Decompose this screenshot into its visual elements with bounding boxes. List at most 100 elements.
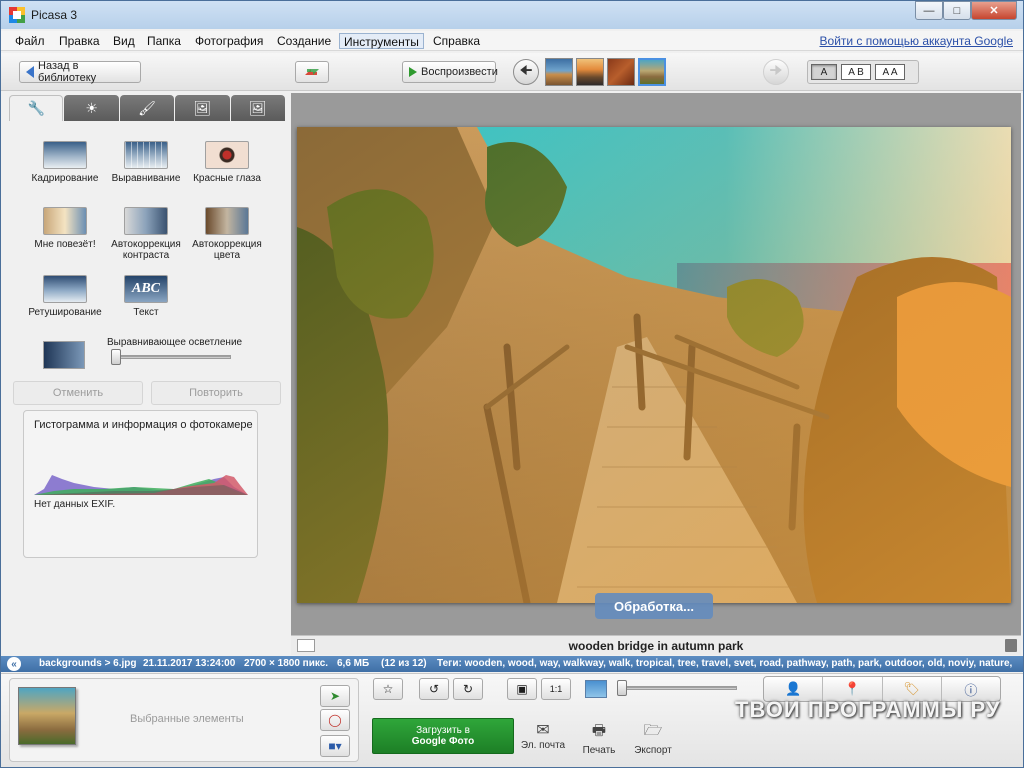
menu-tools[interactable]: Инструменты xyxy=(339,33,424,49)
straighten-tool[interactable]: Выравнивание xyxy=(106,141,186,184)
envelope-icon: ✉ xyxy=(536,722,550,739)
caption-mode-compare[interactable]: A B xyxy=(841,64,871,80)
filmstrip-thumbnail[interactable] xyxy=(607,58,635,86)
im-feeling-lucky-tool[interactable]: Мне повезёт! xyxy=(25,207,105,250)
fit-icon: ▣ xyxy=(516,682,528,696)
lucky-icon xyxy=(43,207,87,235)
rotate-right-button[interactable]: ↻ xyxy=(453,678,483,700)
sun-icon: ☀ xyxy=(85,99,98,116)
text-abc-icon: ABC xyxy=(124,275,168,303)
map-pin-icon: 📍 xyxy=(844,681,861,696)
straighten-icon xyxy=(124,141,168,169)
close-button[interactable]: ✕ xyxy=(971,1,1017,20)
auto-contrast-tool[interactable]: Автокоррекция контраста xyxy=(106,207,186,261)
menu-create[interactable]: Создание xyxy=(273,33,335,49)
print-button[interactable]: 🖶 Печать xyxy=(569,720,629,756)
clear-selection-button[interactable]: ◯ xyxy=(320,709,350,731)
redeye-tool[interactable]: Красные глаза xyxy=(187,141,267,184)
filmstrip-thumbnail[interactable] xyxy=(576,58,604,86)
export-icon: 🗁 xyxy=(643,722,663,739)
brush-icon: 🖌 xyxy=(138,99,156,116)
green-pin-icon: ➤ xyxy=(329,689,341,703)
actual-size-button[interactable]: 1:1 xyxy=(541,678,571,700)
text-tool[interactable]: ABC Текст xyxy=(106,275,186,318)
undo-button[interactable]: Отменить xyxy=(13,381,143,405)
auto-color-tool[interactable]: Автокоррекция цвета xyxy=(187,207,267,261)
fill-light-slider-track[interactable] xyxy=(111,355,231,359)
upload-google-photos-button[interactable]: Загрузить в Google Фото xyxy=(372,718,514,754)
fill-light-slider-thumb[interactable] xyxy=(111,349,121,365)
filmstrip-thumbnail-selected[interactable] xyxy=(638,58,666,86)
collapse-icon[interactable]: « xyxy=(7,657,21,671)
menu-photo[interactable]: Фотография xyxy=(191,33,267,49)
paint-image-blue-icon: 🖼 xyxy=(248,99,267,116)
email-button[interactable]: ✉ Эл. почта xyxy=(513,720,573,751)
picasa-logo-icon xyxy=(9,7,25,23)
previous-photo-button[interactable]: 🠈 xyxy=(513,59,539,85)
menu-file[interactable]: Файл xyxy=(11,33,49,49)
arrow-right-icon: 🠊 xyxy=(769,62,783,78)
one-to-one-icon: 1:1 xyxy=(549,684,563,694)
export-button[interactable]: 🗁 Экспорт xyxy=(623,720,683,756)
menu-folder[interactable]: Папка xyxy=(143,33,185,49)
wrench-icon: 🔧 xyxy=(27,100,45,116)
caption-mode-side[interactable]: A A xyxy=(875,64,905,80)
zoom-slider-thumb[interactable] xyxy=(617,680,627,696)
menu-edit[interactable]: Правка xyxy=(55,33,104,49)
lucky-label: Мне повезёт! xyxy=(34,239,96,250)
google-signin-link[interactable]: Войти с помощью аккаунта Google xyxy=(820,34,1013,48)
info-icon: ⓘ xyxy=(964,682,978,698)
circle-icon: ◯ xyxy=(328,713,342,727)
crop-tool[interactable]: Кадрирование xyxy=(25,141,105,184)
maximize-button[interactable]: □ xyxy=(943,1,971,20)
back-to-library-label: Назад в библиотеку xyxy=(38,60,97,84)
selected-photo-thumbnail[interactable] xyxy=(18,687,76,745)
menu-help[interactable]: Справка xyxy=(429,33,484,49)
selection-tray-label: Выбранные элементы xyxy=(130,713,244,725)
share-arrows-icon xyxy=(305,69,319,75)
add-to-album-button[interactable]: ■▾ xyxy=(320,735,350,757)
tag-icon: 🏷 xyxy=(903,681,920,696)
tab-effects[interactable]: 🖌 xyxy=(119,95,175,121)
retouch-label: Ретуширование xyxy=(28,307,102,318)
fit-to-screen-button[interactable]: ▣ xyxy=(507,678,537,700)
tab-tuning[interactable]: ☀ xyxy=(64,95,119,121)
minimize-button[interactable]: — xyxy=(915,1,943,20)
play-slideshow-button[interactable]: Воспроизвести xyxy=(402,61,498,83)
tab-basic-fixes[interactable]: 🔧 xyxy=(9,95,64,121)
photo-image[interactable] xyxy=(297,127,1011,603)
retouch-tool[interactable]: Ретуширование xyxy=(25,275,105,318)
star-icon: ☆ xyxy=(382,682,394,696)
caption-mode-single[interactable]: A xyxy=(811,64,837,80)
upload-label-line2: Google Фото xyxy=(411,736,475,747)
next-photo-button[interactable]: 🠊 xyxy=(763,59,789,85)
back-to-library-button[interactable]: Назад в библиотеку xyxy=(19,60,141,84)
rotate-left-button[interactable]: ↺ xyxy=(419,678,449,700)
trash-icon[interactable] xyxy=(1005,639,1017,652)
status-tags: Теги: wooden, wood, way, walkway, walk, … xyxy=(437,658,1013,669)
app-window: Picasa 3 — □ ✕ Файл Правка Вид Папка Фот… xyxy=(0,0,1024,768)
exif-info: Нет данных EXIF. xyxy=(34,499,116,510)
processing-indicator: Обработка... xyxy=(595,593,713,619)
redo-button[interactable]: Повторить xyxy=(151,381,281,405)
person-icon: 👤 xyxy=(785,681,802,696)
status-position: (12 из 12) xyxy=(381,658,427,669)
arrow-left-icon: 🠈 xyxy=(519,62,533,78)
straighten-label: Выравнивание xyxy=(111,173,181,184)
photo-caption[interactable]: wooden bridge in autumn park xyxy=(291,639,1021,653)
rotate-left-icon: ↺ xyxy=(428,682,440,696)
filmstrip-thumbnail[interactable] xyxy=(545,58,573,86)
photo-view-area: Обработка... xyxy=(291,93,1021,635)
tab-more-effects[interactable]: 🖼 xyxy=(175,95,230,121)
star-button[interactable]: ☆ xyxy=(373,678,403,700)
printer-icon: 🖶 xyxy=(591,722,607,739)
zoom-picture-icon xyxy=(585,680,607,698)
zoom-slider-track[interactable] xyxy=(617,686,737,690)
share-photo-button[interactable] xyxy=(295,61,329,83)
menu-view[interactable]: Вид xyxy=(109,33,139,49)
hold-pin-button[interactable]: ➤ xyxy=(320,685,350,707)
play-label: Воспроизвести xyxy=(421,66,498,78)
tab-extra-effects[interactable]: 🖼 xyxy=(230,95,285,121)
crop-icon xyxy=(43,141,87,169)
status-filesize: 6,6 МБ xyxy=(337,658,370,669)
